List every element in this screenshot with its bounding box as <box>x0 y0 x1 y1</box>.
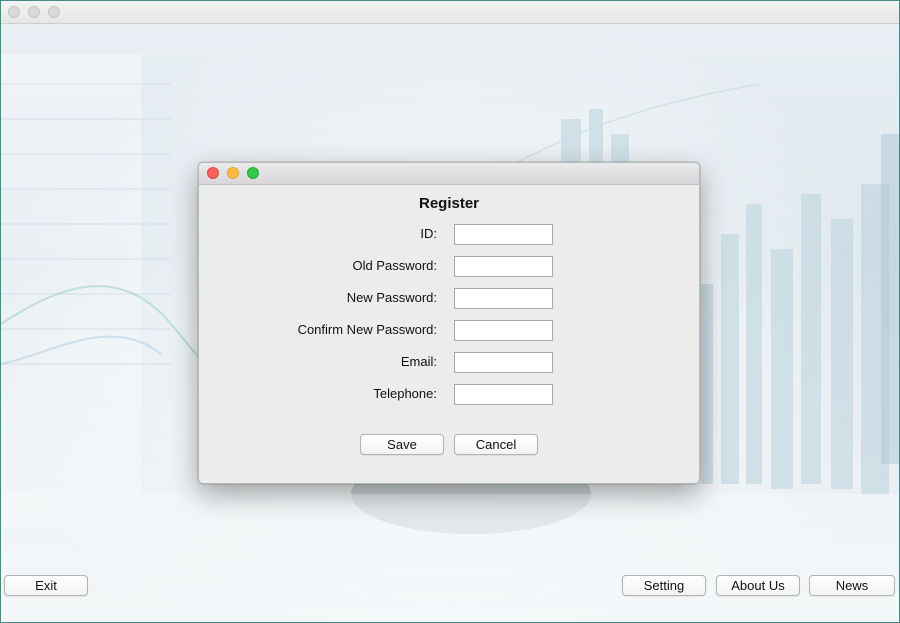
new-password-label: New Password: <box>346 290 437 305</box>
exit-button[interactable]: Exit <box>4 575 88 596</box>
new-password-input[interactable] <box>454 288 553 309</box>
main-maximize-icon[interactable] <box>48 6 60 18</box>
id-label: ID: <box>420 226 437 241</box>
maximize-icon[interactable] <box>247 167 259 179</box>
email-label: Email: <box>400 354 437 369</box>
register-dialog: Register ID: Old Password: New Password:… <box>198 162 700 484</box>
telephone-label: Telephone: <box>373 386 437 401</box>
telephone-input[interactable] <box>454 384 553 405</box>
setting-button[interactable]: Setting <box>622 575 706 596</box>
close-icon[interactable] <box>207 167 219 179</box>
save-button[interactable]: Save <box>360 434 444 455</box>
main-minimize-icon[interactable] <box>28 6 40 18</box>
dialog-titlebar[interactable] <box>199 163 699 185</box>
dialog-title: Register <box>418 195 480 212</box>
email-input[interactable] <box>454 352 553 373</box>
old-password-label: Old Password: <box>352 258 437 273</box>
old-password-input[interactable] <box>454 256 553 277</box>
main-close-icon[interactable] <box>8 6 20 18</box>
confirm-new-password-label: Confirm New Password: <box>297 322 437 337</box>
minimize-icon[interactable] <box>227 167 239 179</box>
news-button[interactable]: News <box>809 575 895 596</box>
about-us-button[interactable]: About Us <box>716 575 800 596</box>
id-input[interactable] <box>454 224 553 245</box>
main-titlebar <box>1 1 899 24</box>
confirm-new-password-input[interactable] <box>454 320 553 341</box>
cancel-button[interactable]: Cancel <box>454 434 538 455</box>
